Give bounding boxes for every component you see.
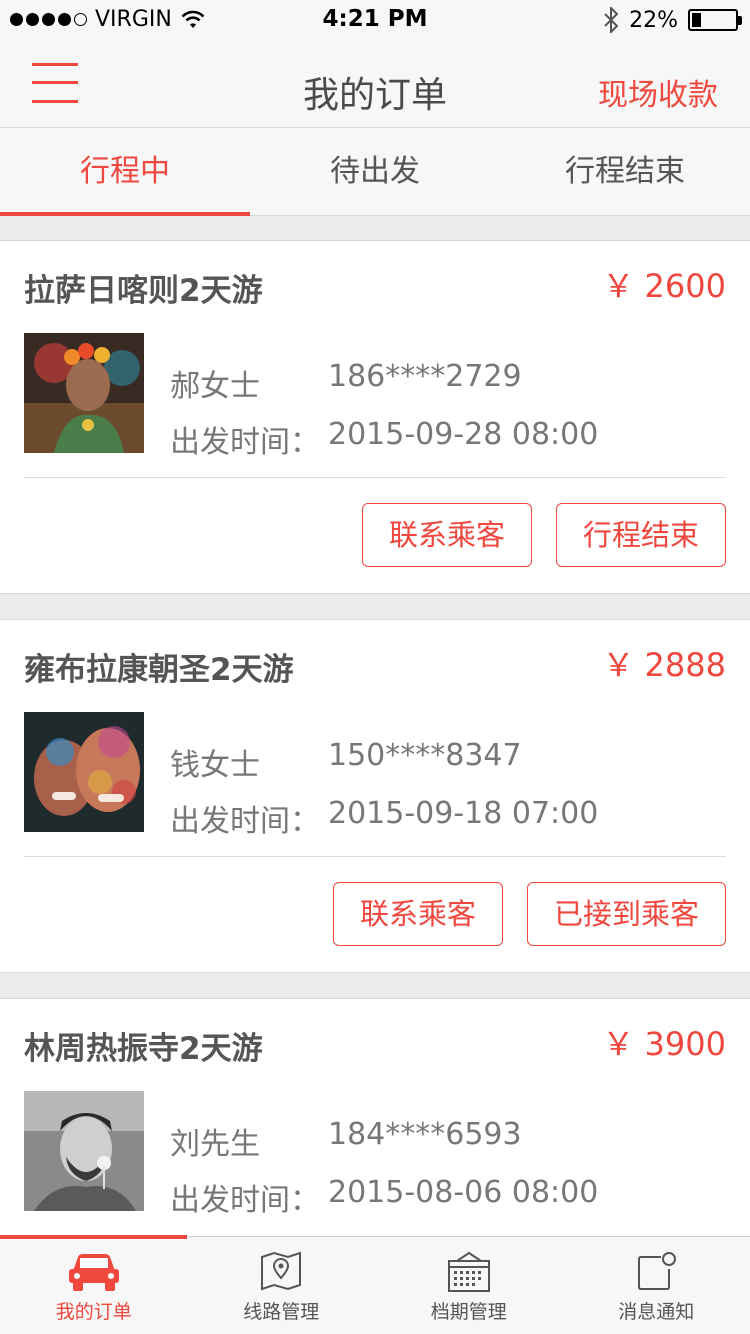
tabbar-my-orders[interactable]: 我的订单: [0, 1237, 188, 1334]
bluetooth-icon: [604, 7, 619, 33]
tabbar-route-management[interactable]: 线路管理: [188, 1237, 376, 1334]
battery-percent: 22%: [629, 7, 678, 33]
tabbar-label: 档期管理: [430, 1301, 507, 1323]
passenger-phone: 186****2729: [328, 359, 522, 394]
tabbar-label: 消息通知: [618, 1301, 695, 1323]
order-status-tabs: 行程中 待出发 行程结束: [0, 128, 750, 216]
end-trip-button[interactable]: 行程结束: [555, 503, 726, 567]
tabbar-label: 我的订单: [55, 1301, 132, 1323]
order-list: 拉萨日喀则2天游 ￥ 2600 郝女士 186****2729 出发时间： 20…: [0, 240, 750, 1258]
contact-passenger-button[interactable]: 联系乘客: [332, 882, 503, 946]
route-name: 雍布拉康朝圣2天游: [24, 652, 294, 688]
passenger-avatar: [24, 712, 144, 832]
order-price: ￥ 2888: [602, 646, 726, 684]
bottom-tab-bar: 我的订单 线路管理 档期管理 消息通知: [0, 1235, 750, 1334]
passenger-name: 郝女士: [170, 369, 260, 404]
passenger-name: 钱女士: [170, 748, 260, 783]
order-card[interactable]: 林周热振寺2天游 ￥ 3900 刘先生 184****6593 出发时间： 20…: [0, 998, 750, 1258]
order-actions: 联系乘客 已接到乘客: [332, 882, 726, 946]
map-icon: [261, 1251, 302, 1291]
divider: [24, 477, 726, 478]
order-actions: 联系乘客 行程结束: [361, 503, 726, 567]
tab-in-progress[interactable]: 行程中: [0, 128, 250, 216]
tabbar-label: 线路管理: [243, 1301, 320, 1323]
departure-time: 2015-08-06 08:00: [328, 1175, 599, 1210]
order-price: ￥ 3900: [602, 1025, 726, 1063]
order-price: ￥ 2600: [602, 267, 726, 305]
departure-time: 2015-09-28 08:00: [328, 417, 599, 452]
departure-label: 出发时间：: [170, 425, 320, 460]
calendar-icon: [447, 1251, 490, 1292]
car-icon: [68, 1254, 119, 1291]
tabbar-schedule-management[interactable]: 档期管理: [375, 1237, 563, 1334]
order-card[interactable]: 拉萨日喀则2天游 ￥ 2600 郝女士 186****2729 出发时间： 20…: [0, 240, 750, 594]
contact-passenger-button[interactable]: 联系乘客: [361, 503, 532, 567]
tab-trip-ended[interactable]: 行程结束: [500, 128, 750, 215]
tabbar-notifications[interactable]: 消息通知: [563, 1237, 750, 1334]
passenger-avatar: [24, 1091, 144, 1211]
hamburger-menu-icon[interactable]: [32, 62, 78, 104]
status-bar: VIRGIN 4:21 PM 22%: [0, 0, 750, 40]
order-card[interactable]: 雍布拉康朝圣2天游 ￥ 2888 钱女士 150****8347 出发时间： 2…: [0, 619, 750, 973]
departure-label: 出发时间：: [170, 804, 320, 839]
passenger-avatar: [24, 333, 144, 453]
departure-time: 2015-09-18 07:00: [328, 796, 599, 831]
passenger-name: 刘先生: [170, 1127, 260, 1162]
divider: [24, 856, 726, 857]
battery-icon: [688, 9, 742, 31]
tab-pending-departure[interactable]: 待出发: [250, 128, 500, 215]
passenger-phone: 150****8347: [328, 738, 522, 773]
status-right: 22%: [603, 7, 742, 33]
passenger-phone: 184****6593: [328, 1117, 522, 1152]
route-name: 林周热振寺2天游: [24, 1031, 263, 1067]
passenger-picked-up-button[interactable]: 已接到乘客: [526, 882, 726, 946]
onsite-payment-button[interactable]: 现场收款: [598, 70, 718, 114]
route-name: 拉萨日喀则2天游: [24, 273, 263, 309]
message-icon: [638, 1252, 677, 1290]
departure-label: 出发时间：: [170, 1183, 320, 1218]
nav-bar: 我的订单 现场收款: [0, 40, 750, 128]
